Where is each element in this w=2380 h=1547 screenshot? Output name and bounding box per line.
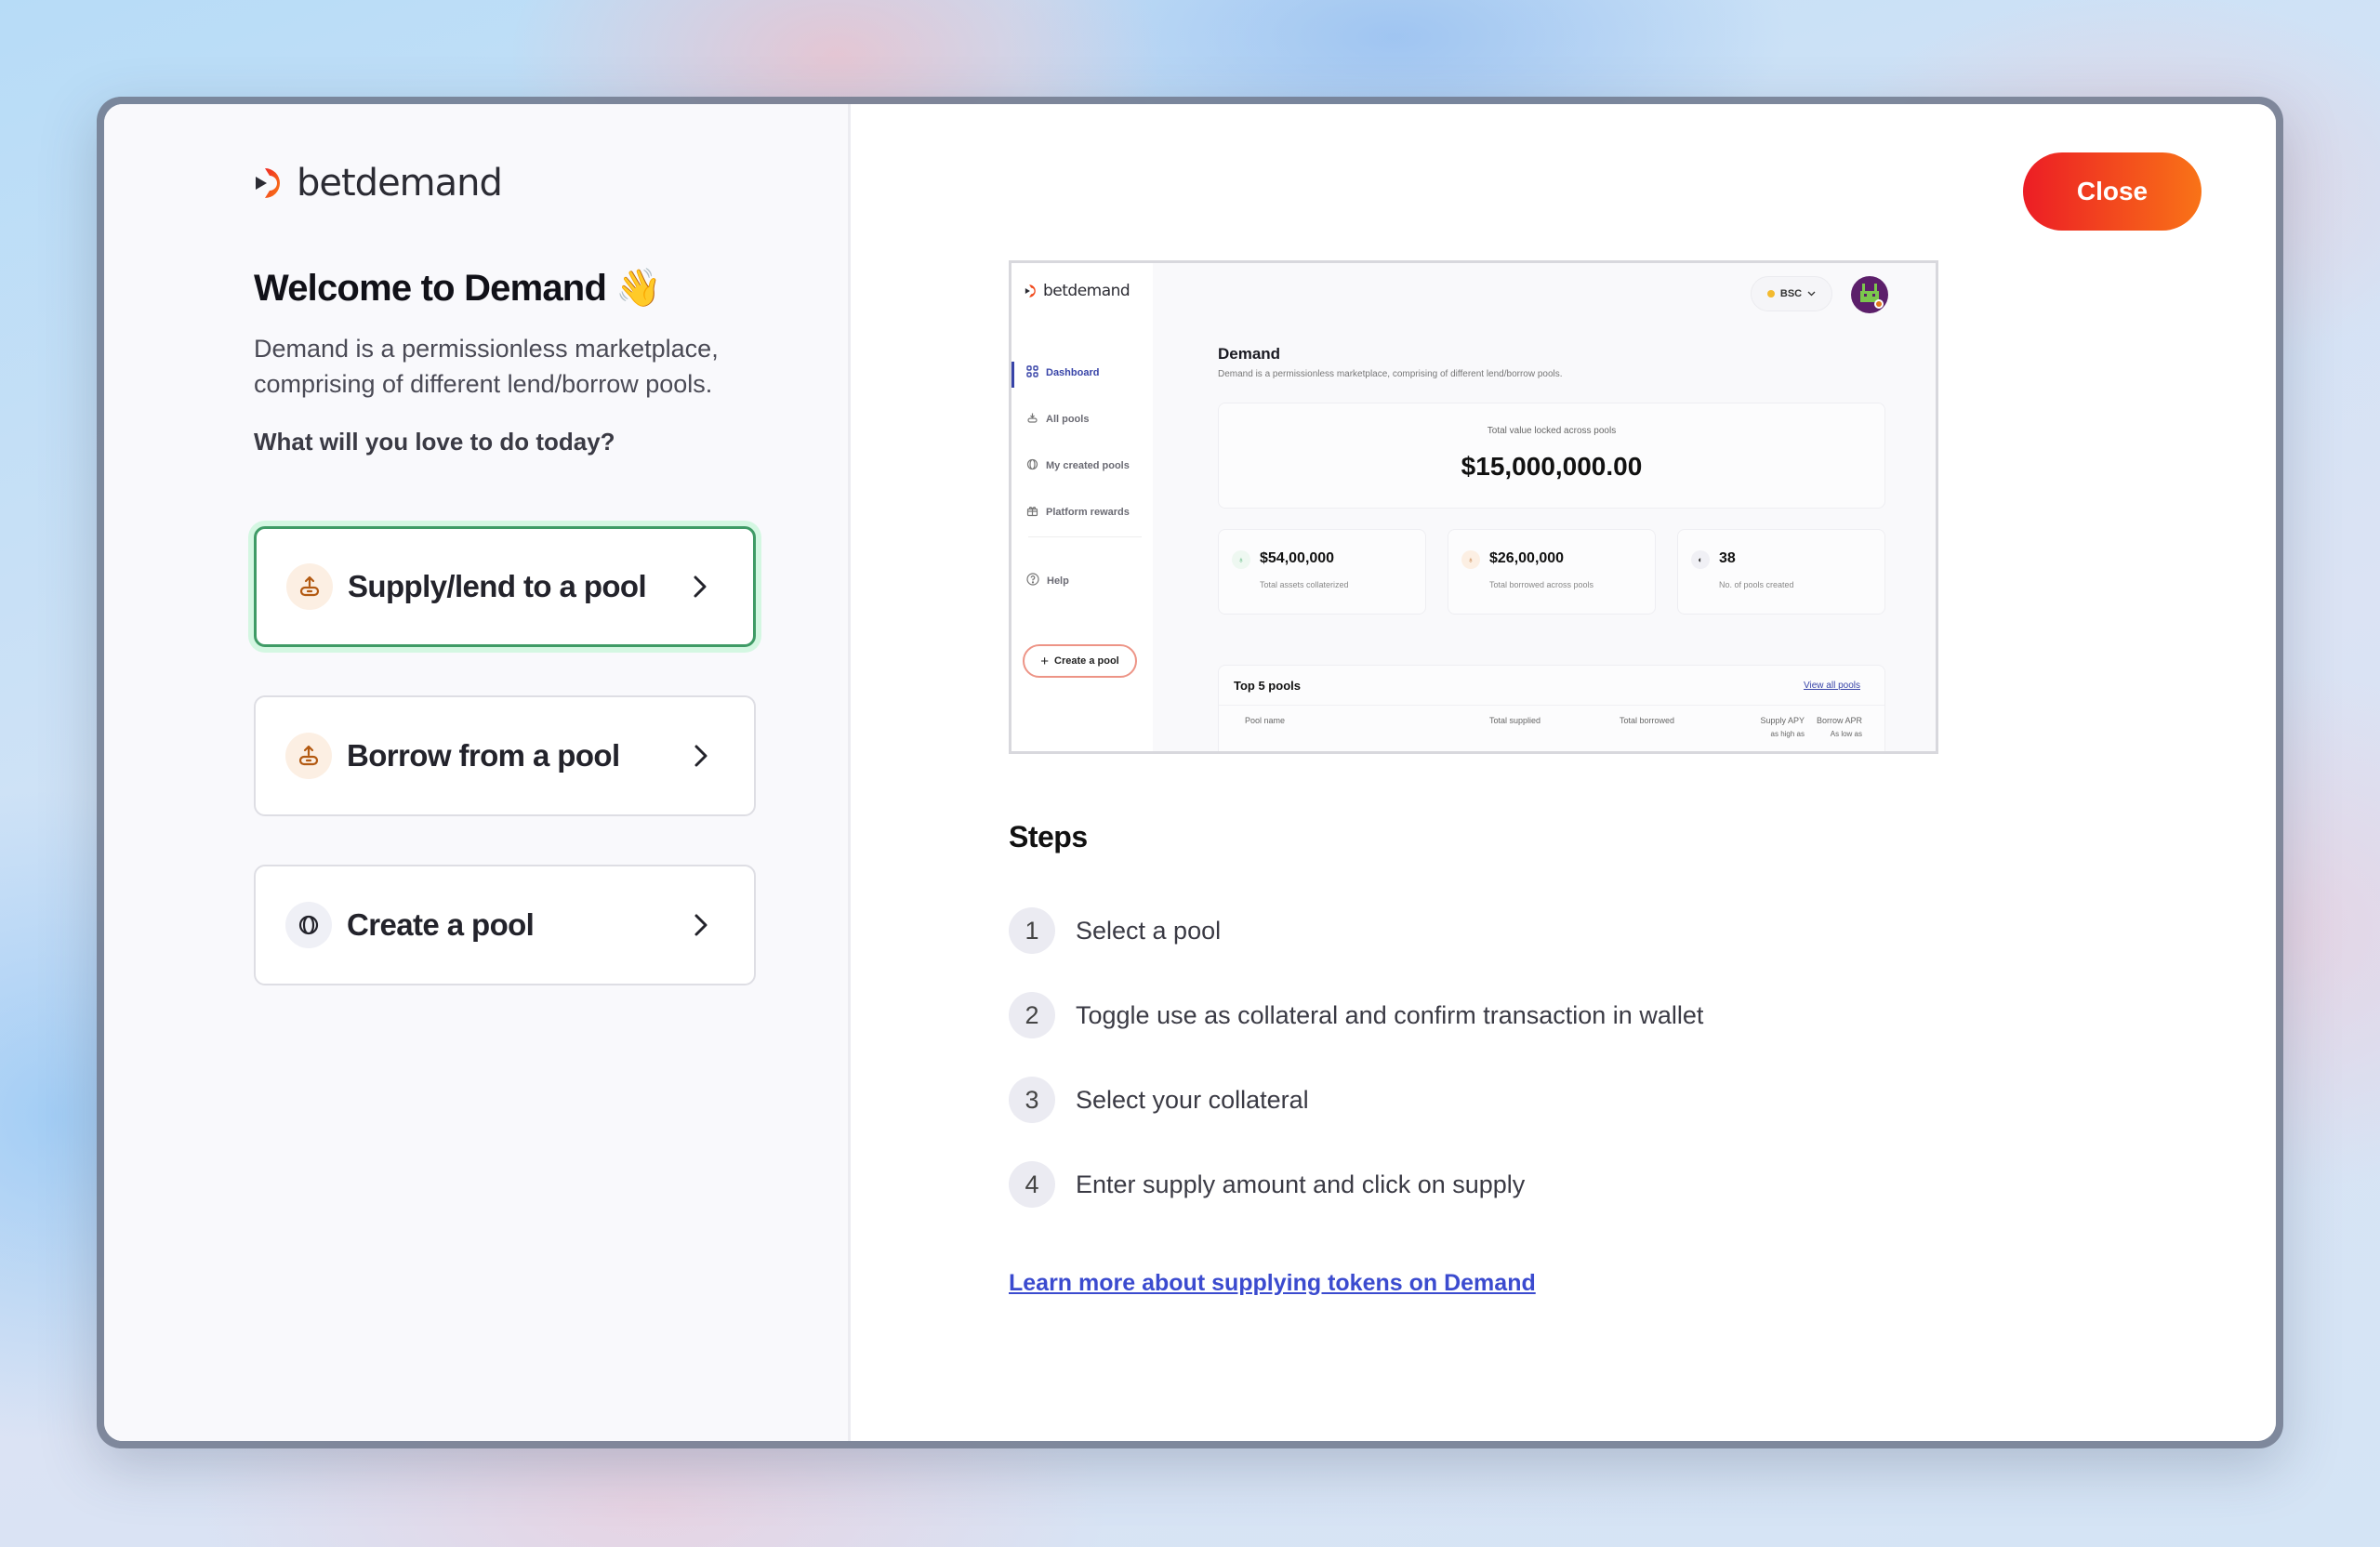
column-header: Total borrowed <box>1591 714 1674 727</box>
stat-value: $26,00,000 <box>1489 550 1565 566</box>
chevron-right-icon <box>686 573 714 601</box>
preview-page-title: Demand <box>1218 345 1281 363</box>
borrow-icon <box>285 733 332 779</box>
welcome-title-text: Welcome to Demand <box>254 268 607 309</box>
step-text: Select a pool <box>1076 916 1222 945</box>
step-item: 4 Enter supply amount and click on suppl… <box>1009 1161 1525 1208</box>
preview-nav-all-pools: All pools <box>1026 412 1089 427</box>
column-label: Pool name <box>1245 716 1286 725</box>
tvl-value: $15,000,000.00 <box>1461 452 1643 481</box>
preview-nav-platform-rewards: Platform rewards <box>1026 505 1130 520</box>
welcome-title: Welcome to Demand 👋 <box>254 266 662 310</box>
column-sublabel: As low as <box>1830 730 1862 738</box>
learn-more-link[interactable]: Learn more about supplying tokens on Dem… <box>1009 1270 1536 1297</box>
option-label: Borrow from a pool <box>347 738 620 773</box>
stat-value: 38 <box>1719 550 1736 566</box>
logo-mark-icon <box>1025 284 1036 298</box>
logo-mark-icon <box>254 165 289 201</box>
preview-top-pools-table: Top 5 pools View all pools Pool name Tot… <box>1218 665 1885 751</box>
step-number: 1 <box>1009 907 1055 954</box>
preview-avatar <box>1851 276 1888 313</box>
pool-icon <box>1026 458 1038 473</box>
steps-title: Steps <box>1009 820 1088 853</box>
gift-icon <box>1026 505 1038 520</box>
option-supply-lend[interactable]: Supply/lend to a pool <box>254 526 756 647</box>
preview-stat-card: ◐ 38 No. of pools created <box>1677 529 1885 615</box>
preview-stat-card: ♁ $54,00,000 Total assets collaterized <box>1218 529 1426 615</box>
pool-icon: ◐ <box>1691 550 1710 569</box>
preview-stat-card: ♁ $26,00,000 Total borrowed across pools <box>1448 529 1656 615</box>
nav-label: Dashboard <box>1046 367 1100 378</box>
step-item: 1 Select a pool <box>1009 907 1221 954</box>
chevron-right-icon <box>687 742 715 770</box>
supply-icon <box>286 563 333 610</box>
column-label: Borrow APR <box>1816 716 1862 725</box>
create-pool-label: Create a pool <box>1054 655 1119 667</box>
step-number: 4 <box>1009 1161 1055 1208</box>
welcome-description: Demand is a permissionless marketplace, … <box>254 335 719 398</box>
stat-label: No. of pools created <box>1719 580 1794 589</box>
pixel-avatar-icon <box>1860 284 1884 309</box>
option-label: Create a pool <box>347 907 535 942</box>
step-item: 2 Toggle use as collateral and confirm t… <box>1009 992 1703 1038</box>
preview-page-subtitle: Demand is a permissionless marketplace, … <box>1218 369 1563 379</box>
step-item: 3 Select your collateral <box>1009 1077 1309 1123</box>
stat-label: Total assets collaterized <box>1260 580 1349 589</box>
step-text: Toggle use as collateral and confirm tra… <box>1076 1000 1704 1029</box>
prompt-question: What will you love to do today? <box>254 428 615 456</box>
chevron-down-icon <box>1807 288 1816 299</box>
step-text: Enter supply amount and click on supply <box>1076 1170 1526 1198</box>
nav-label: All pools <box>1046 414 1090 425</box>
pool-icon <box>285 902 332 948</box>
view-all-pools-link: View all pools <box>1804 681 1860 691</box>
column-header: Borrow APR As low as <box>1777 714 1862 741</box>
stat-value: $54,00,000 <box>1260 550 1335 566</box>
column-header: Pool name <box>1245 714 1285 727</box>
chevron-right-icon <box>687 911 715 939</box>
preview-tvl-card: Total value locked across pools $15,000,… <box>1218 403 1885 509</box>
active-nav-indicator <box>1012 362 1014 388</box>
welcome-modal: betdemand Welcome to Demand 👋 Demand is … <box>104 104 2276 1441</box>
brand-logo: betdemand <box>254 162 503 205</box>
network-label: BSC <box>1779 288 1803 299</box>
step-number: 2 <box>1009 992 1055 1038</box>
preview-logo-text: betdemand <box>1043 282 1130 300</box>
plus-icon: + <box>1040 653 1050 669</box>
pools-icon <box>1026 412 1038 427</box>
waving-hand-icon: 👋 <box>615 268 662 309</box>
preview-nav-help: Help <box>1026 573 1069 588</box>
nav-label: My created pools <box>1046 460 1130 471</box>
option-create-pool[interactable]: Create a pool <box>254 865 756 985</box>
dashboard-grid-icon <box>1026 365 1038 380</box>
preview-nav-my-created-pools: My created pools <box>1026 458 1130 473</box>
table-divider <box>1219 705 1884 706</box>
column-header: Total supplied <box>1457 714 1540 727</box>
borrow-icon: ♁ <box>1461 550 1480 569</box>
nav-label: Platform rewards <box>1046 507 1130 518</box>
collateral-icon: ♁ <box>1232 550 1250 569</box>
dashboard-preview-image: betdemand Dashboard All pools My created <box>1009 260 1938 754</box>
tvl-label: Total value locked across pools <box>1487 426 1617 436</box>
step-number: 3 <box>1009 1077 1055 1123</box>
table-title: Top 5 pools <box>1234 679 1301 693</box>
preview-nav-dashboard: Dashboard <box>1026 365 1099 380</box>
logo-text: betdemand <box>297 162 503 205</box>
preview-nav-divider <box>1028 536 1142 537</box>
nav-label: Help <box>1047 575 1069 587</box>
option-label: Supply/lend to a pool <box>348 569 647 603</box>
column-label: Total borrowed <box>1619 716 1674 725</box>
help-circle-icon <box>1026 573 1039 588</box>
bsc-dot-icon <box>1766 290 1775 298</box>
preview-logo: betdemand <box>1025 282 1130 300</box>
option-borrow[interactable]: Borrow from a pool <box>254 695 756 816</box>
close-button[interactable]: Close <box>2023 152 2202 231</box>
preview-network-selector: BSC <box>1751 276 1832 311</box>
column-label: Total supplied <box>1488 716 1540 725</box>
preview-sidebar: betdemand Dashboard All pools My created <box>1012 263 1153 751</box>
step-text: Select your collateral <box>1076 1085 1309 1114</box>
stat-label: Total borrowed across pools <box>1489 580 1594 589</box>
preview-create-pool-button: + Create a pool <box>1023 644 1137 678</box>
left-panel: betdemand Welcome to Demand 👋 Demand is … <box>104 104 851 1441</box>
